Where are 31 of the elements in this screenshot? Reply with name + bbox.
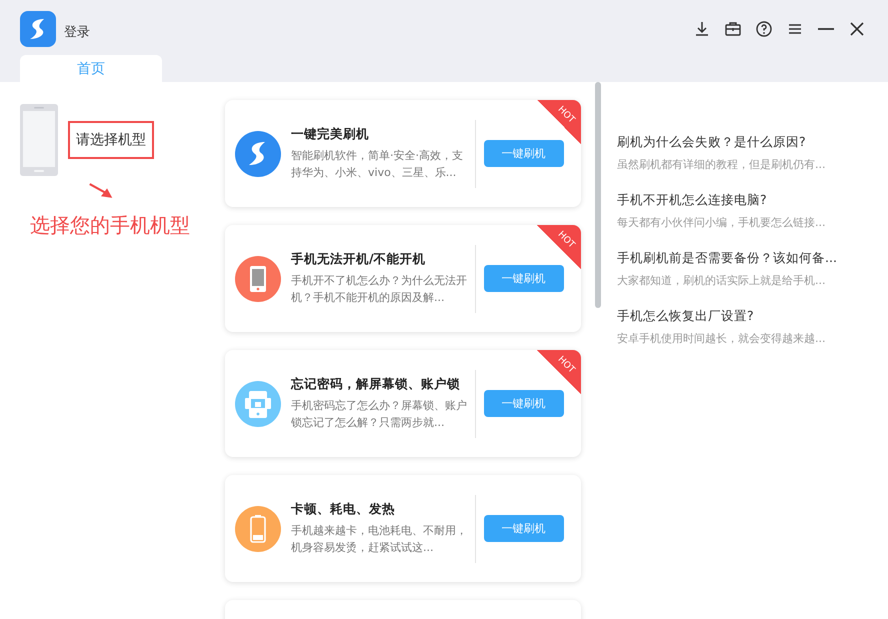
card-title: 忘记密码，解屏幕锁、账户锁 bbox=[291, 376, 461, 393]
window-title[interactable]: 登录 bbox=[64, 23, 90, 41]
card-description: 手机越来越卡，电池耗电、不耐用，机身容易发烫，赶紧试试这... bbox=[291, 523, 467, 556]
card-title: 手机无法开机/不能开机 bbox=[291, 251, 427, 268]
article-title[interactable]: 手机怎么恢复出厂设置? bbox=[617, 308, 837, 325]
annotation-text: 选择您的手机机型 bbox=[30, 212, 191, 239]
annotation-arrow bbox=[88, 182, 114, 200]
download-icon[interactable] bbox=[693, 20, 711, 38]
help-icon[interactable] bbox=[755, 20, 773, 38]
card-title: 卡顿、耗电、发热 bbox=[291, 501, 396, 518]
app-logo-icon bbox=[235, 130, 281, 176]
article-title[interactable]: 手机刷机前是否需要备份？该如何备... bbox=[617, 250, 837, 267]
app-logo-icon bbox=[20, 11, 56, 47]
battery-icon bbox=[235, 506, 281, 552]
article-summary: 每天都有小伙伴问小编，手机要怎么链接... bbox=[617, 215, 826, 230]
article-summary: 安卓手机使用时间越长，就会变得越来越... bbox=[617, 331, 826, 346]
scrollbar-thumb[interactable] bbox=[595, 82, 601, 308]
phone-outline-icon bbox=[20, 104, 58, 176]
article-title[interactable]: 手机不开机怎么连接电脑? bbox=[617, 192, 837, 209]
phone-icon bbox=[235, 256, 281, 302]
toolbox-icon[interactable] bbox=[724, 20, 742, 38]
article-title[interactable]: 刷机为什么会失败？是什么原因? bbox=[617, 134, 837, 151]
close-icon[interactable] bbox=[848, 20, 866, 38]
phone-lock-icon bbox=[235, 380, 281, 426]
card-description: 手机开不了机怎么办？为什么无法开机？手机不能开机的原因及解... bbox=[291, 273, 467, 306]
article-summary: 虽然刷机都有详细的教程，但是刷机仍有... bbox=[617, 157, 826, 172]
card-description: 手机密码忘了怎么办？屏幕锁、账户锁忘记了怎么解？只需两步就... bbox=[291, 398, 467, 431]
card-title: 一键完美刷机 bbox=[291, 126, 370, 143]
card-description: 智能刷机软件，简单·安全·高效，支持华为、小米、vivo、三星、乐... bbox=[291, 148, 464, 181]
device-select-link[interactable]: 请选择机型 bbox=[68, 121, 154, 159]
article-summary: 大家都知道，刷机的话实际上就是给手机... bbox=[617, 273, 826, 288]
